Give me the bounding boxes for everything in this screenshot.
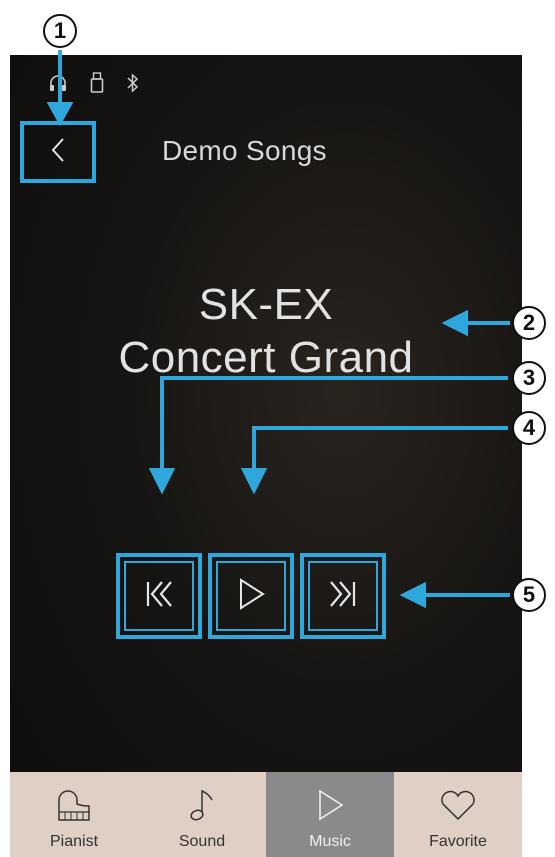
callout-4: 4 [512, 411, 546, 445]
callout-arrows [46, 50, 510, 609]
callout-1: 1 [43, 14, 77, 48]
callout-2: 2 [512, 306, 546, 340]
callout-3: 3 [512, 361, 546, 395]
callout-5: 5 [512, 578, 546, 612]
